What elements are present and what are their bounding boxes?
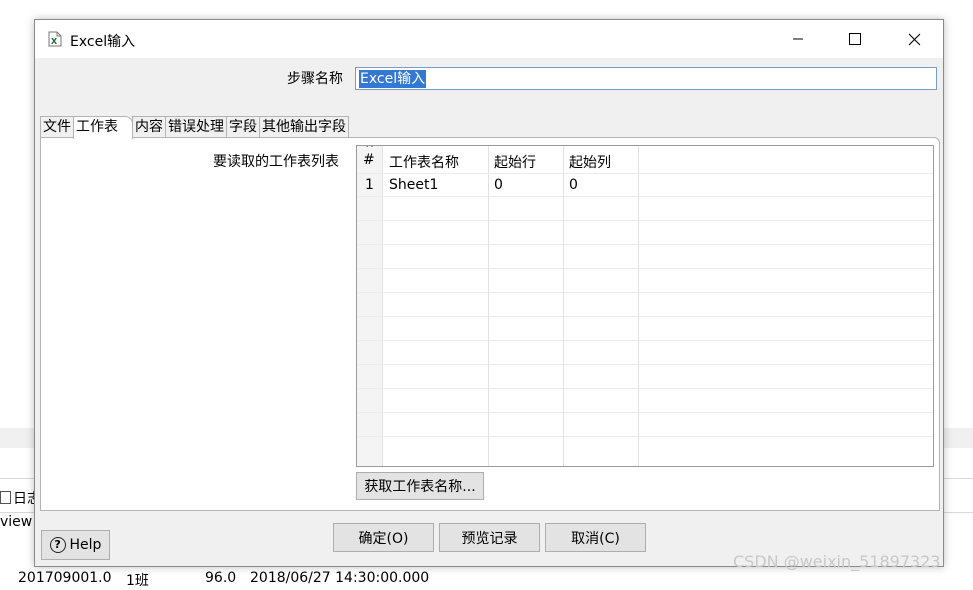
cancel-button[interactable]: 取消(C)	[545, 523, 646, 552]
row-divider	[357, 268, 933, 269]
sheets-list-label: 要读取的工作表列表	[213, 154, 339, 170]
tab-content[interactable]: 内容	[132, 116, 166, 137]
watermark: CSDN @weixin_51897323	[733, 552, 941, 571]
column-divider	[488, 146, 489, 466]
row-divider	[357, 220, 933, 221]
table-cell-start-column[interactable]: 0	[569, 177, 578, 193]
minimize-button[interactable]	[775, 20, 821, 58]
help-button[interactable]: ? Help	[41, 530, 110, 560]
tab-file[interactable]: 文件	[40, 116, 74, 137]
dialog-title: Excel输入	[70, 34, 136, 50]
table-cell-start-row[interactable]: 0	[494, 177, 503, 193]
tab-bar: 文件 工作表 内容 错误处理 字段 其他输出字段	[40, 116, 349, 139]
help-icon: ?	[49, 537, 66, 553]
row-divider	[357, 173, 933, 174]
maximize-icon	[849, 33, 861, 45]
minimize-icon	[793, 38, 803, 40]
step-name-value: Excel输入	[359, 70, 427, 88]
excel-file-icon: X	[48, 31, 62, 47]
header-start-column[interactable]: 起始列	[569, 152, 611, 172]
row-divider	[357, 196, 933, 197]
row-divider	[357, 388, 933, 389]
header-sheet-name[interactable]: 工作表名称	[389, 152, 459, 172]
tab-error-handling[interactable]: 错误处理	[165, 116, 227, 137]
background-cell: 96.0	[205, 570, 237, 586]
row-number-column	[357, 146, 382, 466]
step-name-label: 步骤名称	[287, 71, 343, 87]
get-sheet-names-button[interactable]: 获取工作表名称...	[356, 472, 484, 500]
background-side-text: view	[0, 514, 33, 530]
table-cell-sheet-name[interactable]: Sheet1	[389, 177, 438, 193]
tab-worksheet[interactable]: 工作表	[73, 116, 133, 139]
title-bar[interactable]: X Excel输入	[35, 20, 943, 58]
row-divider	[357, 340, 933, 341]
preview-button[interactable]: 预览记录	[439, 523, 540, 552]
row-divider	[357, 316, 933, 317]
excel-input-dialog: X Excel输入 步骤名称 Excel输入 文件 工作表 内容 错误处理 字段…	[34, 19, 944, 567]
row-divider	[357, 412, 933, 413]
close-icon	[908, 33, 920, 45]
background-cell: 201709001.0	[18, 570, 112, 586]
tab-fields[interactable]: 字段	[226, 116, 260, 137]
ok-button[interactable]: 确定(O)	[333, 523, 434, 552]
worksheet-table[interactable]: ^ # 工作表名称 起始行 起始列 1 Sheet1 0 0	[356, 145, 934, 467]
help-button-label: Help	[69, 537, 102, 553]
svg-text:X: X	[51, 37, 58, 46]
background-cell: 1班	[126, 573, 149, 589]
step-name-input[interactable]: Excel输入	[355, 67, 937, 90]
table-cell-row-number[interactable]: 1	[365, 177, 374, 193]
column-divider	[638, 146, 639, 466]
tab-other-output-fields[interactable]: 其他输出字段	[259, 116, 349, 137]
maximize-button[interactable]	[832, 20, 878, 58]
row-divider	[357, 436, 933, 437]
row-divider	[357, 244, 933, 245]
row-divider	[357, 292, 933, 293]
background-cell: 2018/06/27 14:30:00.000	[250, 570, 430, 586]
column-divider	[382, 146, 383, 466]
row-divider	[357, 364, 933, 365]
header-row-number[interactable]: #	[363, 152, 375, 168]
column-divider	[563, 146, 564, 466]
close-button[interactable]	[891, 20, 937, 58]
document-icon	[0, 491, 11, 504]
header-start-row[interactable]: 起始行	[494, 152, 536, 172]
